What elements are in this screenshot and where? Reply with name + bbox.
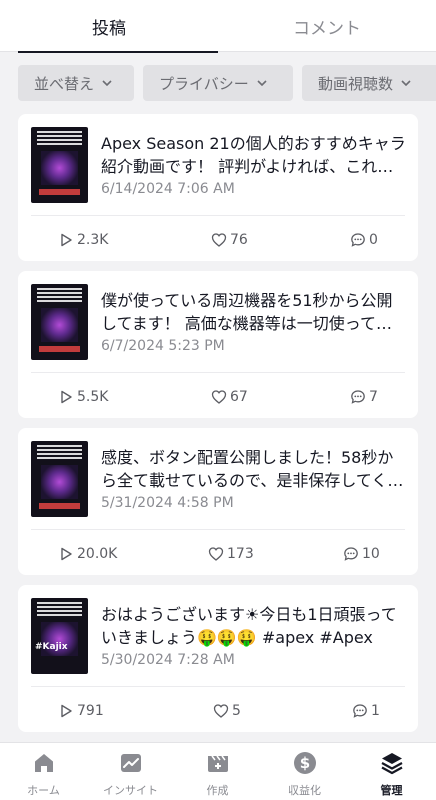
views-stat: 20.0K (58, 544, 117, 564)
nav-manage[interactable]: 管理 (348, 751, 435, 799)
privacy-filter-label: プライバシー (159, 74, 249, 93)
likes-stat: 67 (211, 387, 248, 407)
nav-insights[interactable]: インサイト (87, 751, 174, 799)
comments-stat: 7 (350, 387, 378, 407)
post-title: 僕が使っている周辺機器を51秒から公開してます！ 高価な機器等は一切使っていませ… (101, 291, 393, 333)
views-count: 2.3K (77, 232, 109, 248)
post-card[interactable]: 僕が使っている周辺機器を51秒から公開してます！ 高価な機器等は一切使っていませ… (18, 271, 418, 418)
likes-count: 5 (232, 703, 241, 719)
top-tabs: 投稿 コメント (0, 0, 436, 53)
chevron-down-icon (401, 80, 411, 86)
privacy-filter-button[interactable]: プライバシー (143, 65, 293, 101)
divider (31, 529, 405, 530)
play-icon (61, 390, 72, 404)
comments-stat: 1 (352, 701, 380, 721)
tab-comments[interactable]: コメント (218, 0, 436, 52)
views-stat: 2.3K (58, 230, 108, 250)
video-thumbnail[interactable]: #Kajix (31, 598, 88, 674)
video-thumbnail[interactable] (31, 284, 88, 360)
nav-home[interactable]: ホーム (0, 751, 87, 799)
home-icon (34, 754, 53, 772)
likes-stat: 5 (213, 701, 241, 721)
post-title: おはようございます☀今日も1日頑張っていきましょう🤑🤑🤑 #apex #Apex (101, 605, 397, 647)
insights-icon (120, 754, 141, 772)
comment-icon (353, 704, 367, 718)
likes-count: 173 (227, 546, 254, 562)
heart-icon (208, 547, 224, 561)
post-title: Apex Season 21の個人的おすすめキャラ紹介動画です！ 評判がよければ… (101, 134, 406, 176)
comments-stat: 0 (350, 230, 378, 250)
divider (31, 686, 405, 687)
views-count: 20.0K (77, 546, 118, 562)
likes-count: 76 (230, 232, 248, 248)
create-icon (207, 755, 228, 772)
comments-count: 10 (362, 546, 380, 562)
post-card[interactable]: #Kajix おはようございます☀今日も1日頑張っていきましょう🤑🤑🤑 #ape… (18, 585, 418, 732)
heart-icon (211, 390, 227, 404)
divider (31, 372, 405, 373)
comments-count: 0 (369, 232, 378, 248)
svg-text:$: $ (299, 754, 309, 772)
comments-count: 7 (369, 389, 378, 405)
heart-icon (213, 704, 229, 718)
bottom-nav: ホーム インサイト 作成 $ 収益化 管理 (0, 742, 436, 800)
post-date: 6/7/2024 5:23 PM (101, 338, 225, 354)
views-filter-label: 動画視聴数 (318, 74, 394, 93)
post-card[interactable]: 感度、ボタン配置公開しました！58秒から全て載せているので、是非保存してください… (18, 428, 418, 575)
comment-icon (351, 233, 365, 247)
post-title: 感度、ボタン配置公開しました！58秒から全て載せているので、是非保存してください (101, 448, 404, 490)
likes-count: 67 (230, 389, 248, 405)
nav-create-label: 作成 (206, 784, 229, 797)
nav-insights-label: インサイト (103, 784, 158, 797)
views-stat: 791 (58, 701, 104, 721)
post-date: 5/30/2024 7:28 AM (101, 652, 235, 668)
sort-filter-button[interactable]: 並べ替え (18, 65, 134, 101)
nav-monetization[interactable]: $ 収益化 (261, 751, 348, 799)
play-icon (61, 704, 72, 718)
tab-posts[interactable]: 投稿 (0, 0, 218, 53)
views-stat: 5.5K (58, 387, 108, 407)
nav-manage-label: 管理 (380, 784, 403, 797)
nav-monetization-label: 収益化 (288, 784, 321, 797)
comment-icon (344, 547, 358, 561)
nav-home-label: ホーム (27, 784, 60, 797)
nav-create[interactable]: 作成 (174, 751, 261, 799)
chevron-down-icon (102, 80, 112, 86)
likes-stat: 76 (211, 230, 248, 250)
sort-filter-label: 並べ替え (34, 74, 95, 93)
thumbnail-logo-text: #Kajix (35, 642, 68, 652)
play-icon (61, 233, 72, 247)
play-icon (61, 547, 72, 561)
likes-stat: 173 (208, 544, 254, 564)
views-filter-button[interactable]: 動画視聴数 (302, 65, 436, 101)
comment-icon (351, 390, 365, 404)
views-count: 791 (77, 703, 104, 719)
divider (31, 215, 405, 216)
post-card[interactable]: Apex Season 21の個人的おすすめキャラ紹介動画です！ 評判がよければ… (18, 114, 418, 261)
comments-stat: 10 (343, 544, 380, 564)
dollar-icon: $ (293, 752, 316, 774)
layers-icon (380, 753, 403, 775)
post-date: 5/31/2024 4:58 PM (101, 495, 234, 511)
chevron-down-icon (257, 80, 267, 86)
video-thumbnail[interactable] (31, 127, 88, 203)
post-date: 6/14/2024 7:06 AM (101, 181, 235, 197)
video-thumbnail[interactable] (31, 441, 88, 517)
heart-icon (211, 233, 227, 247)
filter-bar: 並べ替え プライバシー 動画視聴数 (0, 52, 436, 114)
comments-count: 1 (371, 703, 380, 719)
views-count: 5.5K (77, 389, 109, 405)
